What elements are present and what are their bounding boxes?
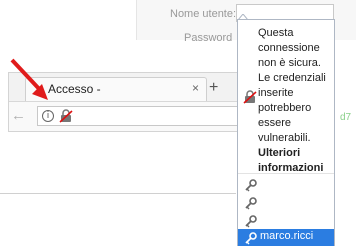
back-arrow-icon[interactable]: ←: [11, 107, 26, 124]
red-arrow-annotation: [10, 58, 48, 100]
info-icon[interactable]: i: [42, 110, 54, 122]
insecure-warning: Questa connessione non è sicura. Le cred…: [238, 20, 334, 174]
new-tab-button[interactable]: +: [209, 79, 218, 97]
url-bar[interactable]: i: [37, 106, 239, 126]
saved-login-item-selected[interactable]: marco.ricci: [238, 229, 334, 246]
popup-separator: [238, 173, 334, 174]
insecure-lock-icon[interactable]: [58, 108, 74, 124]
learn-more-link[interactable]: Ulteriori informazioni: [258, 146, 334, 176]
saved-login-item[interactable]: [238, 176, 334, 193]
insecure-lock-icon: [243, 90, 257, 104]
saved-login-item[interactable]: [238, 212, 334, 229]
key-icon: [245, 232, 257, 245]
warning-message: Questa connessione non è sicura. Le cred…: [258, 27, 326, 144]
page-divider: [0, 193, 236, 194]
tab-close-icon[interactable]: ×: [192, 81, 199, 95]
login-autocomplete-popup: Questa connessione non è sicura. Le cred…: [237, 19, 335, 246]
saved-login-item[interactable]: [238, 194, 334, 211]
username-label: Nome utente:: [170, 8, 237, 20]
key-icon: [245, 179, 257, 192]
background-link-fragment[interactable]: d7: [340, 112, 351, 123]
key-icon: [245, 197, 257, 210]
key-icon: [245, 215, 257, 228]
saved-login-label: marco.ricci: [260, 230, 314, 242]
password-label: Password: [184, 32, 233, 44]
